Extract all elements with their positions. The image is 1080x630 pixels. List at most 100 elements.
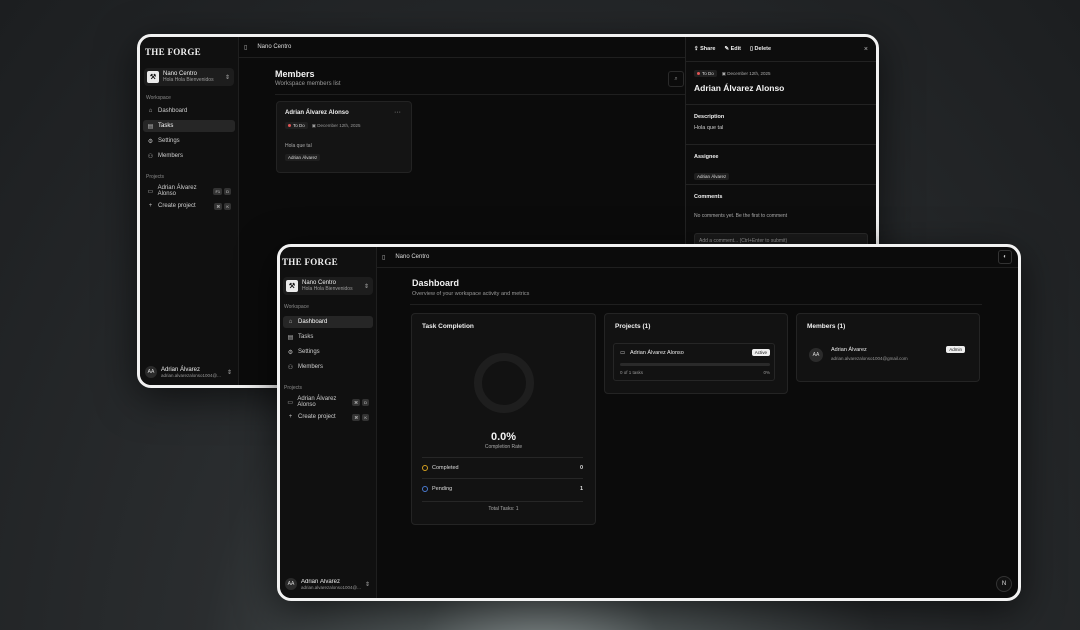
page-subtitle: Overview of your workspace activity and … xyxy=(412,291,530,297)
search-icon[interactable]: ⌕ xyxy=(668,71,684,87)
project-row[interactable]: ▭ Adrian Álvarez Alonso Active 0 of 1 ta… xyxy=(613,343,775,381)
completed-value: 0 xyxy=(579,465,583,471)
total-tasks: Total Tasks: 1 xyxy=(488,506,519,512)
sidebar-item-tasks[interactable]: ▤ Tasks xyxy=(143,120,235,132)
home-icon: ⌂ xyxy=(288,319,293,325)
due-date[interactable]: ▣ December 12th, 2025 xyxy=(722,71,771,77)
status-badge: Active xyxy=(751,349,770,356)
sidebar-item-label: Dashboard xyxy=(158,108,188,114)
plus-icon: + xyxy=(288,414,293,420)
create-project-button[interactable]: + Create project ⌘ K xyxy=(143,200,235,212)
workspace-switcher[interactable]: ⚒ Nano Centro Hola Hola Bienvenidos ⇕ xyxy=(283,277,373,295)
home-icon: ⌂ xyxy=(148,108,153,114)
gear-icon: ⚙ xyxy=(147,138,154,145)
sidebar: THE FORGE ⚒ Nano Centro Hola Hola Bienve… xyxy=(280,247,377,598)
section-label-workspace: Workspace xyxy=(284,304,309,310)
sidebar-item-project[interactable]: ▭ Adrian Álvarez Alonso ⌘ D xyxy=(283,396,373,408)
project-label: Adrian Álvarez Alonso xyxy=(297,396,337,408)
member-email: adrian.alvarezalonso1004@gmail.com xyxy=(831,356,908,361)
avatar: AA xyxy=(285,578,297,590)
card-title: Members (1) xyxy=(807,323,846,330)
card-title: Task Completion xyxy=(422,323,474,330)
section-label-workspace: Workspace xyxy=(146,95,171,101)
due-date: ▣ December 12th, 2025 xyxy=(312,123,361,129)
sidebar-item-dashboard[interactable]: ⌂ Dashboard xyxy=(143,105,235,117)
users-icon: ⚇ xyxy=(287,364,294,371)
delete-button[interactable]: ▯ Delete xyxy=(750,46,771,52)
workspace-subtitle: Hola Hola Bienvenidos xyxy=(302,285,353,292)
delete-label: Delete xyxy=(754,46,772,52)
sidebar-item-project[interactable]: ▭ Adrian Álvarez Alonso F1 D xyxy=(143,185,235,197)
completion-rate-label: Completion Rate xyxy=(484,444,523,450)
sidebar-item-label: Settings xyxy=(298,349,320,355)
status-badge[interactable]: To Do xyxy=(694,70,717,77)
pending-row: Pending 1 xyxy=(422,478,583,499)
avatar: AA xyxy=(145,366,157,378)
divider xyxy=(410,304,982,305)
workspace-logo-icon: ⚒ xyxy=(286,280,298,292)
more-icon[interactable]: ··· xyxy=(394,109,401,116)
share-button[interactable]: ⇪ Share xyxy=(694,46,715,52)
task-title[interactable]: Adrian Álvarez Alonso xyxy=(694,83,868,93)
next-dev-badge[interactable]: N xyxy=(996,576,1012,592)
pending-value: 1 xyxy=(579,486,583,492)
workspace-logo-icon: ⚒ xyxy=(147,71,159,83)
divider xyxy=(275,94,686,95)
folder-icon: ▭ xyxy=(147,188,154,195)
completion-ring-track xyxy=(474,353,534,413)
task-card-title: Adrian Álvarez Alonso xyxy=(285,110,349,116)
chevron-updown-icon: ⇕ xyxy=(364,581,370,588)
user-menu[interactable]: AA Adrian Álvarez adrian.alvarezalonso10… xyxy=(282,575,374,593)
sidebar-item-settings[interactable]: ⚙ Settings xyxy=(143,135,235,147)
sidebar-toggle-icon[interactable]: ▯ xyxy=(244,44,247,51)
topbar: ▯ Nano Centro ◐ xyxy=(376,247,1018,268)
gear-icon: ⚙ xyxy=(287,349,294,356)
project-name: Adrian Álvarez Alonso xyxy=(630,350,684,356)
status-label: To Do xyxy=(702,71,714,76)
sidebar-item-members[interactable]: ⚇ Members xyxy=(143,150,235,162)
member-row[interactable]: AA Adrian Álvarez adrian.alvarezalonso10… xyxy=(805,343,971,371)
sidebar-item-label: Tasks xyxy=(158,123,174,129)
shortcut-pill: K xyxy=(224,202,231,210)
workspace-switcher[interactable]: ⚒ Nano Centro Hola Hola Bienvenidos ⇕ xyxy=(144,68,234,86)
check-circle-icon xyxy=(422,465,428,471)
projects-card: Projects (1) ▭ Adrian Álvarez Alonso Act… xyxy=(604,313,788,394)
members-card: Members (1) AA Adrian Álvarez adrian.alv… xyxy=(796,313,980,382)
description-text[interactable]: Hola que tal xyxy=(694,125,868,131)
status-badge: To Do xyxy=(285,122,308,129)
edit-label: Edit xyxy=(730,46,741,52)
assignee-badge[interactable]: Adrian Álvarez xyxy=(694,173,730,180)
task-completion-card: Task Completion 0.0% Completion Rate Com… xyxy=(411,313,596,525)
sidebar-item-tasks[interactable]: ▤ Tasks xyxy=(283,331,373,343)
shortcut-pill: D xyxy=(362,398,369,406)
workspace-subtitle: Hola Hola Bienvenidos xyxy=(163,76,214,83)
comments-empty-text: No comments yet. Be the first to comment xyxy=(694,213,788,219)
chevron-updown-icon: ⇕ xyxy=(363,283,369,290)
shortcut-pill: D xyxy=(224,187,231,195)
users-icon: ⚇ xyxy=(147,153,154,160)
sidebar-item-settings[interactable]: ⚙ Settings xyxy=(283,346,373,358)
clock-icon xyxy=(422,486,428,492)
edit-button[interactable]: ✎ Edit xyxy=(724,46,741,52)
close-icon[interactable]: × xyxy=(864,46,868,53)
share-label: Share xyxy=(700,46,716,52)
sidebar-item-dashboard[interactable]: ⌂ Dashboard xyxy=(283,316,373,328)
sidebar-toggle-icon[interactable]: ▯ xyxy=(382,254,385,261)
create-project-label: Create project xyxy=(158,203,196,209)
theme-toggle-icon[interactable]: ◐ xyxy=(998,250,1012,264)
brand-logo: THE FORGE xyxy=(145,47,201,57)
completion-percent: 0.0% xyxy=(490,431,517,443)
sidebar-item-members[interactable]: ⚇ Members xyxy=(283,361,373,373)
divider xyxy=(686,144,876,145)
due-date-text: December 12th, 2025 xyxy=(727,70,771,76)
description-label: Description xyxy=(694,114,725,120)
task-card[interactable]: Adrian Álvarez Alonso ··· To Do ▣ Decemb… xyxy=(276,101,412,173)
project-percent: 0% xyxy=(763,370,770,375)
detail-toolbar: ⇪ Share ✎ Edit ▯ Delete × xyxy=(686,37,876,62)
divider xyxy=(686,104,876,105)
user-menu[interactable]: AA Adrian Álvarez adrian.alvarezalonso10… xyxy=(142,363,236,381)
user-email: adrian.alvarezalonso1004@... xyxy=(161,372,221,378)
completion-ring xyxy=(474,353,534,413)
create-project-button[interactable]: + Create project ⌘ K xyxy=(283,411,373,423)
status-label: To Do xyxy=(293,123,305,128)
